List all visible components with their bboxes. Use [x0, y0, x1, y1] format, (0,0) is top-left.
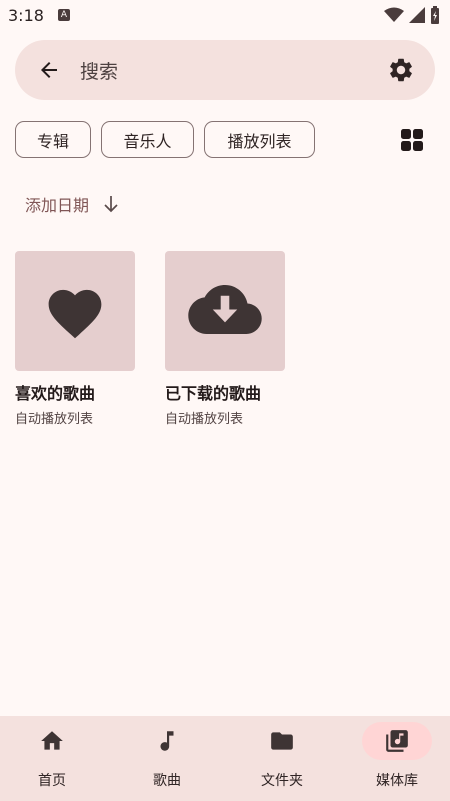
- sort-selector[interactable]: 添加日期: [25, 191, 119, 217]
- library-music-icon: [386, 730, 408, 752]
- battery-icon: [431, 6, 439, 24]
- status-bar: 3:18 A: [0, 0, 450, 32]
- grid-view-icon[interactable]: [400, 128, 424, 152]
- heart-icon: [48, 289, 102, 339]
- nav-folders[interactable]: 文件夹: [226, 716, 338, 801]
- status-time: 3:18: [8, 6, 44, 25]
- music-note-icon: [160, 731, 174, 751]
- search-input[interactable]: 搜索: [80, 57, 118, 84]
- chip-albums[interactable]: 专辑: [15, 121, 91, 158]
- nav-label: 文件夹: [261, 773, 303, 789]
- status-icons: [384, 6, 440, 24]
- wifi-icon: [384, 7, 404, 22]
- playlist-thumbnail: [15, 251, 135, 371]
- playlist-title: 已下载的歌曲: [165, 384, 262, 403]
- cloud-download-icon: [188, 285, 262, 334]
- search-bar[interactable]: 搜索: [15, 40, 435, 100]
- sort-label: 添加日期: [25, 196, 90, 215]
- folder-icon: [271, 732, 293, 750]
- back-arrow-icon[interactable]: [37, 58, 61, 82]
- nav-songs[interactable]: 歌曲: [111, 716, 223, 801]
- home-icon: [41, 731, 63, 750]
- nav-label: 媒体库: [376, 773, 418, 789]
- chip-artists[interactable]: 音乐人: [101, 121, 194, 158]
- playlist-thumbnail: [165, 251, 285, 371]
- nav-label: 歌曲: [153, 773, 181, 789]
- gear-icon[interactable]: [387, 56, 415, 84]
- nav-library[interactable]: 媒体库: [341, 716, 450, 801]
- nav-label: 首页: [38, 773, 66, 789]
- notification-icon: A: [58, 9, 70, 21]
- bottom-navigation: 首页 歌曲 文件夹 媒体库: [0, 716, 450, 801]
- chip-playlists[interactable]: 播放列表: [204, 121, 315, 158]
- playlist-title: 喜欢的歌曲: [15, 384, 96, 403]
- arrow-down-icon: [104, 196, 118, 213]
- nav-home[interactable]: 首页: [0, 716, 108, 801]
- playlist-subtitle: 自动播放列表: [15, 412, 94, 427]
- playlist-card-liked[interactable]: 喜欢的歌曲 自动播放列表: [15, 251, 135, 427]
- signal-icon: [409, 7, 425, 23]
- playlist-subtitle: 自动播放列表: [165, 412, 244, 427]
- playlist-card-downloaded[interactable]: 已下载的歌曲 自动播放列表: [165, 251, 285, 427]
